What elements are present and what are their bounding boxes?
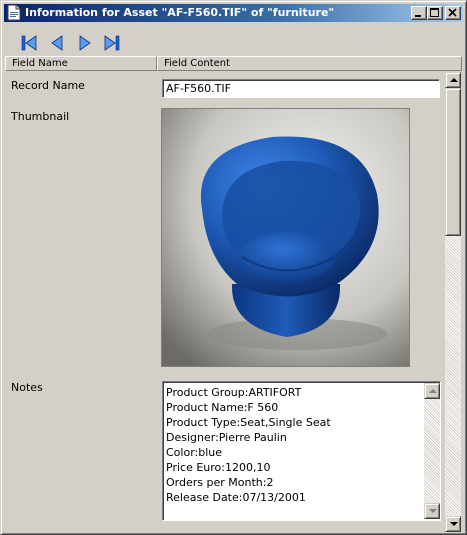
notes-line: Release Date:07/13/2001 xyxy=(166,491,306,504)
title-bar[interactable]: Information for Asset "AF-F560.TIF" of "… xyxy=(4,4,463,22)
skip-first-icon xyxy=(21,35,37,51)
notes-scrollbar[interactable] xyxy=(424,383,440,519)
minimize-button[interactable] xyxy=(411,6,427,20)
scroll-down-button[interactable] xyxy=(445,516,461,532)
notes-label: Notes xyxy=(11,381,43,394)
notes-line: Orders per Month:2 xyxy=(166,476,274,489)
arrow-up-icon xyxy=(429,389,437,393)
next-record-button[interactable] xyxy=(75,33,95,53)
scroll-thumb[interactable] xyxy=(445,88,461,236)
maximize-icon xyxy=(430,8,439,17)
notes-line: Product Name:F 560 xyxy=(166,401,279,414)
notes-textarea[interactable]: Product Group:ARTIFORT Product Name:F 56… xyxy=(162,381,441,521)
document-icon xyxy=(7,5,21,21)
chair-image xyxy=(162,109,409,366)
notes-scroll-down-button[interactable] xyxy=(424,503,440,519)
asset-info-window: Information for Asset "AF-F560.TIF" of "… xyxy=(0,0,467,535)
notes-scroll-up-button[interactable] xyxy=(424,383,440,399)
record-name-field[interactable]: AF-F560.TIF xyxy=(162,79,440,98)
triangle-right-icon xyxy=(79,35,91,51)
notes-line: Price Euro:1200,10 xyxy=(166,461,271,474)
thumbnail-label: Thumbnail xyxy=(11,110,70,123)
skip-last-icon xyxy=(104,35,120,51)
window-title: Information for Asset "AF-F560.TIF" of "… xyxy=(25,6,335,19)
notes-content: Product Group:ARTIFORT Product Name:F 56… xyxy=(166,385,422,505)
main-scrollbar[interactable] xyxy=(445,72,461,532)
notes-line: Product Group:ARTIFORT xyxy=(166,386,302,399)
close-button[interactable] xyxy=(445,6,461,20)
close-icon xyxy=(448,8,457,17)
column-header-field-content[interactable]: Field Content xyxy=(157,56,462,71)
column-header-row: Field Name Field Content xyxy=(5,56,462,71)
arrow-down-icon xyxy=(450,522,458,526)
minimize-icon xyxy=(415,15,421,17)
last-record-button[interactable] xyxy=(102,33,122,53)
notes-line: Product Type:Seat,Single Seat xyxy=(166,416,331,429)
record-name-label: Record Name xyxy=(11,79,85,92)
scroll-up-button[interactable] xyxy=(445,72,461,88)
triangle-left-icon xyxy=(51,35,63,51)
arrow-up-icon xyxy=(450,78,458,82)
notes-line: Color:blue xyxy=(166,446,223,459)
column-header-field-name[interactable]: Field Name xyxy=(5,56,157,71)
first-record-button[interactable] xyxy=(19,33,39,53)
maximize-button[interactable] xyxy=(427,6,443,20)
thumbnail-image xyxy=(161,108,410,367)
arrow-down-icon xyxy=(429,509,437,513)
previous-record-button[interactable] xyxy=(47,33,67,53)
notes-line: Designer:Pierre Paulin xyxy=(166,431,287,444)
